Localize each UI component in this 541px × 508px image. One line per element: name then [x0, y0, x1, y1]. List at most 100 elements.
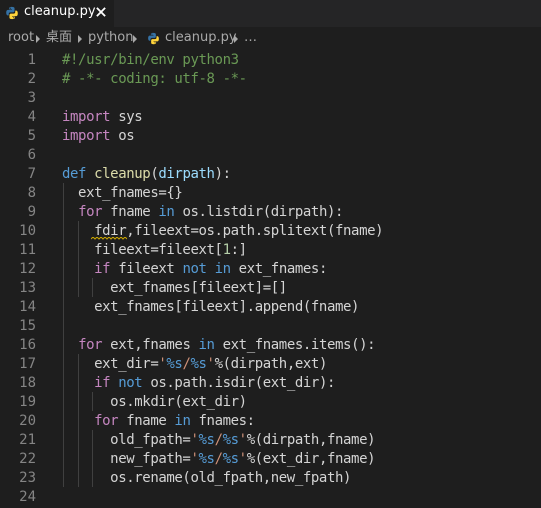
code-token: cleanup	[94, 166, 151, 182]
code-token: old_fpath=	[62, 432, 191, 448]
line-number-gutter: 1 2 3 4 5 6 7 8 9 10 11 12 13 14 15 16 17 18 19 20 21 22 23 24	[0, 50, 44, 508]
code-line: # -*- coding: utf-8 -*-	[62, 70, 247, 89]
code-token: ext_fnames.items():	[214, 337, 376, 353]
code-line: ext_fnames[fileext].append(fname)	[62, 298, 359, 317]
code-token: ext_dir=	[62, 356, 159, 372]
code-token: new_fpath=	[62, 451, 191, 467]
code-token: %(ext_dir,fname)	[246, 451, 376, 467]
code-token: os.path.isdir(ext_dir):	[142, 375, 336, 391]
code-line: ext_fnames={}	[62, 184, 183, 203]
code-token: in	[158, 204, 175, 220]
code-token: /	[214, 432, 223, 448]
code-line: for fname in fnames:	[62, 412, 255, 431]
close-icon[interactable]	[94, 5, 108, 19]
code-line: old_fpath='%s/%s'%(dirpath,fname)	[62, 431, 375, 450]
code-token: '	[238, 451, 247, 467]
breadcrumb-item-file[interactable]: cleanup.py	[165, 30, 237, 46]
line-number: 21	[19, 432, 36, 448]
line-number: 13	[19, 280, 36, 296]
code-line: fileext=fileext[1:]	[62, 241, 247, 260]
warning-squiggle	[91, 237, 127, 240]
line-number: 23	[19, 470, 36, 486]
code-token: ext_fnames:	[230, 261, 328, 277]
code-token: fnames:	[190, 413, 256, 429]
tab-bar: cleanup.py	[0, 0, 541, 27]
code-token: os	[110, 128, 135, 144]
code-token: ):	[214, 166, 231, 182]
code-token: for	[94, 413, 119, 429]
line-number: 3	[27, 90, 36, 106]
code-token: %s	[198, 451, 215, 467]
python-icon	[148, 32, 159, 45]
code-token: os.listdir(dirpath):	[174, 204, 344, 220]
line-number: 18	[19, 375, 36, 391]
line-number: 9	[27, 204, 36, 220]
tab-label: cleanup.py	[24, 4, 96, 19]
line-number: 22	[19, 451, 36, 467]
code-token: ext_fnames[fileext].append(fname)	[62, 299, 360, 315]
code-token: %s	[190, 356, 207, 372]
breadcrumb-item-python[interactable]: python	[88, 30, 133, 46]
code-token: for	[78, 204, 103, 220]
code-token: fname	[102, 204, 159, 220]
tab-cleanup-py[interactable]: cleanup.py	[0, 0, 114, 27]
line-number: 6	[27, 147, 36, 163]
code-token: ext_fnames={}	[62, 185, 183, 201]
line-number: 16	[19, 337, 36, 353]
code-token: %(dirpath,ext)	[214, 356, 328, 372]
chevron-right-icon	[234, 35, 238, 43]
code-token: import	[62, 128, 111, 144]
code-line: #!/usr/bin/env python3	[62, 51, 239, 70]
chevron-right-icon	[78, 35, 82, 43]
code-token: os.rename(old_fpath,new_fpath)	[62, 470, 352, 486]
code-token: #!/usr/bin/env python3	[62, 52, 239, 68]
breadcrumb-item-root[interactable]: root	[8, 30, 34, 46]
line-number: 17	[19, 356, 36, 372]
code-token: # -*- coding: utf-8 -*-	[62, 71, 247, 87]
chevron-right-icon	[133, 35, 137, 43]
code-token: dirpath	[158, 166, 215, 182]
breadcrumb-item-symbols[interactable]: …	[244, 30, 257, 46]
code-token: if	[94, 375, 111, 391]
code-token: in	[198, 337, 215, 353]
line-number: 8	[27, 185, 36, 201]
code-token: %s	[198, 432, 215, 448]
line-number: 11	[19, 242, 36, 258]
breadcrumb-item-desktop[interactable]: 桌面	[46, 30, 72, 46]
code-token: if	[94, 261, 111, 277]
line-number: 14	[19, 299, 36, 315]
code-token: %s	[166, 356, 183, 372]
code-token: '	[190, 451, 199, 467]
code-line: for ext,fnames in ext_fnames.items():	[62, 336, 375, 355]
code-token: in	[214, 261, 231, 277]
line-number: 7	[27, 166, 36, 182]
line-number: 12	[19, 261, 36, 277]
code-token: ext,fnames	[102, 337, 199, 353]
line-number: 15	[19, 318, 36, 334]
line-number: 2	[27, 71, 36, 87]
code-token: :]	[230, 242, 247, 258]
editor-window: cleanup.py root 桌面 python cleanup.py … 1…	[0, 0, 541, 508]
code-token: %(dirpath,fname)	[246, 432, 376, 448]
code-line: os.mkdir(ext_dir)	[62, 393, 247, 412]
code-token: '	[190, 432, 199, 448]
code-line: if fileext not in ext_fnames:	[62, 260, 327, 279]
code-line: ext_dir='%s/%s'%(dirpath,ext)	[62, 355, 327, 374]
code-editor[interactable]: 1 2 3 4 5 6 7 8 9 10 11 12 13 14 15 16 17 18 19 20 21 22 23 24 …	[0, 50, 541, 508]
code-line: def cleanup(dirpath):	[62, 165, 231, 184]
line-number: 4	[27, 109, 36, 125]
code-token: os.mkdir(ext_dir)	[62, 394, 247, 410]
code-token: '	[206, 356, 215, 372]
line-number: 20	[19, 413, 36, 429]
code-token: for	[78, 337, 103, 353]
code-token: ext_fnames[fileext]=[]	[62, 280, 287, 296]
chevron-right-icon	[36, 35, 40, 43]
code-token: sys	[110, 109, 143, 125]
